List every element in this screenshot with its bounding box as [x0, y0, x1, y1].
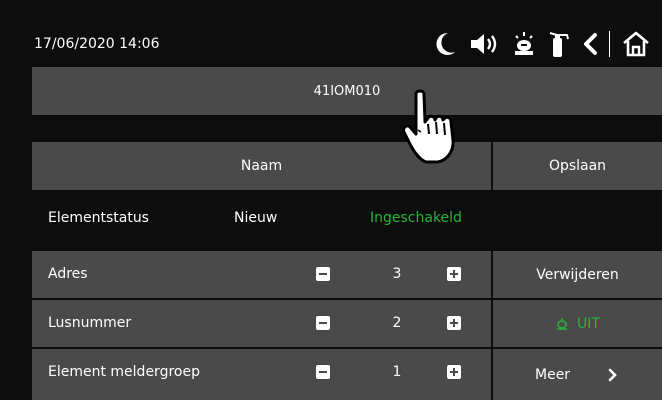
increment-button[interactable]: [447, 267, 461, 281]
datetime: 17/06/2020 14:06: [34, 36, 160, 52]
device-id-field[interactable]: 41IOM010: [32, 67, 662, 115]
tap-hand-icon: [402, 89, 455, 164]
decrement-button[interactable]: [316, 316, 330, 330]
name-label: Naam: [240, 158, 283, 174]
save-button[interactable]: Opslaan: [493, 142, 662, 190]
back-icon[interactable]: [581, 32, 599, 56]
device-id-label: 41IOM010: [313, 83, 381, 99]
element-status-state[interactable]: Ingeschakeld: [370, 210, 462, 226]
element-status-new: Nieuw: [234, 210, 278, 226]
save-button-label: Opslaan: [548, 158, 607, 174]
increment-button[interactable]: [447, 365, 461, 379]
alarm-toggle-label: UIT: [577, 315, 600, 332]
delete-button[interactable]: Verwijderen: [493, 251, 662, 298]
increment-button[interactable]: [447, 316, 461, 330]
param-label: Adres: [48, 266, 88, 282]
moon-icon[interactable]: [433, 31, 457, 57]
element-status-label: Elementstatus: [48, 210, 149, 226]
param-label: Element meldergroep: [48, 364, 200, 380]
home-icon[interactable]: [622, 31, 650, 57]
param-row-detector-group: Element meldergroep 1: [32, 349, 491, 400]
icon-separator: [609, 31, 610, 57]
more-button[interactable]: Meer: [493, 349, 662, 400]
device-config-screen: 17/06/2020 14:06 41IOM010 Naam Opslaan E…: [0, 0, 662, 400]
more-button-label: Meer: [535, 366, 571, 383]
delete-button-label: Verwijderen: [536, 266, 619, 283]
param-label: Lusnummer: [48, 315, 132, 331]
param-row-loop-number: Lusnummer 2: [32, 300, 491, 347]
status-bar: 17/06/2020 14:06: [0, 0, 662, 66]
param-value: 2: [392, 315, 402, 331]
status-icons: [421, 28, 650, 60]
param-value: 3: [392, 266, 402, 282]
decrement-button[interactable]: [316, 365, 330, 379]
fire-extinguisher-icon[interactable]: [547, 30, 569, 58]
siren-icon[interactable]: [513, 31, 535, 57]
speaker-icon[interactable]: [469, 32, 501, 56]
param-row-address: Adres 3: [32, 251, 491, 298]
decrement-button[interactable]: [316, 267, 330, 281]
chevron-right-icon: [608, 368, 617, 381]
alarm-toggle-button[interactable]: UIT: [493, 300, 662, 347]
siren-icon: [557, 317, 568, 330]
param-value: 1: [392, 364, 402, 380]
